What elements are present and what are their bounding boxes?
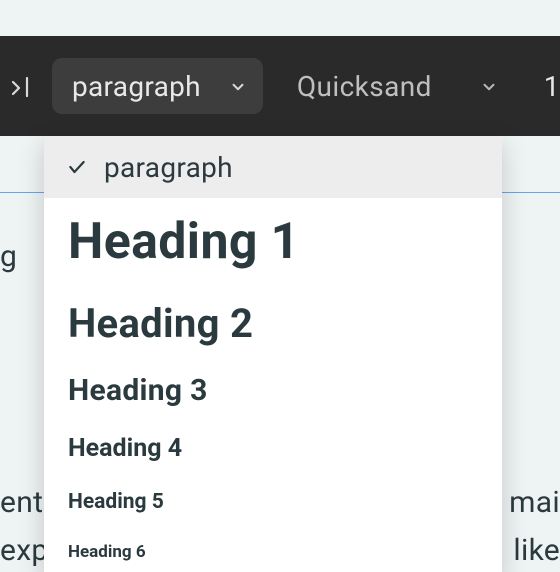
dropdown-option-heading-2[interactable]: Heading 2 <box>44 286 502 360</box>
dropdown-option-heading-6[interactable]: Heading 6 <box>44 528 502 572</box>
dropdown-option-label: Heading 4 <box>68 434 182 463</box>
dropdown-option-label: Heading 3 <box>68 373 208 408</box>
paragraph-style-dropdown: paragraph Heading 1 Heading 2 Heading 3 … <box>44 136 502 572</box>
toolbar-left-segment <box>6 57 32 115</box>
dropdown-option-label: Heading 6 <box>68 542 146 562</box>
dropdown-option-heading-4[interactable]: Heading 4 <box>44 420 502 476</box>
font-family-current: Quicksand <box>297 70 432 103</box>
check-icon <box>66 157 88 177</box>
dropdown-option-paragraph[interactable]: paragraph <box>44 136 502 198</box>
paragraph-style-select[interactable]: paragraph <box>52 58 263 114</box>
dropdown-option-label: paragraph <box>104 151 233 184</box>
font-size-select[interactable]: 16 <box>530 58 560 114</box>
chevron-down-icon <box>229 70 247 103</box>
font-size-current: 16 <box>544 70 560 103</box>
dropdown-option-label: Heading 1 <box>68 213 300 271</box>
font-family-select[interactable]: Quicksand <box>283 58 510 114</box>
dropdown-option-heading-5[interactable]: Heading 5 <box>44 476 502 528</box>
dropdown-option-heading-1[interactable]: Heading 1 <box>44 198 502 286</box>
chevron-down-icon <box>480 70 498 103</box>
paragraph-style-current: paragraph <box>72 70 201 103</box>
dropdown-option-label: Heading 5 <box>68 490 164 514</box>
dropdown-option-label: Heading 2 <box>68 300 253 347</box>
formatting-toolbar: paragraph Quicksand 16 <box>0 36 560 136</box>
toolbar-unknown-icon[interactable] <box>6 74 32 98</box>
dropdown-option-heading-3[interactable]: Heading 3 <box>44 360 502 420</box>
